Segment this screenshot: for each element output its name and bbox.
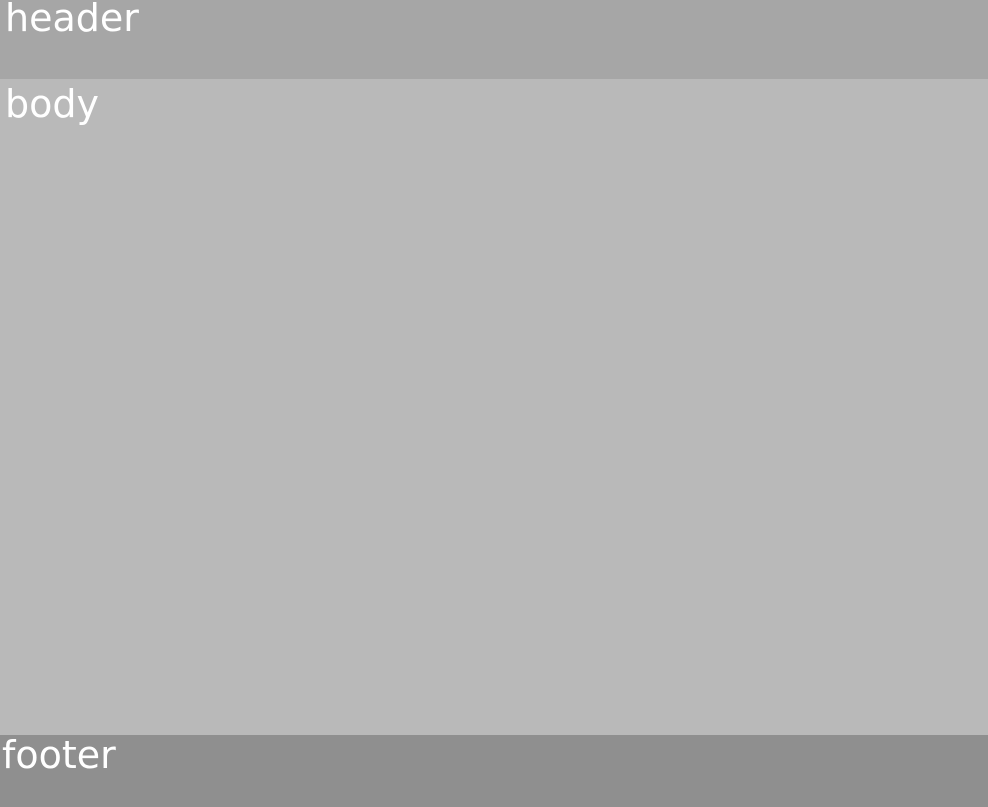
- footer-label: footer: [2, 733, 116, 777]
- footer-region: footer: [0, 735, 988, 807]
- header-label: header: [5, 0, 139, 40]
- body-region: body: [0, 79, 988, 735]
- header-region: header: [0, 0, 988, 79]
- body-label: body: [5, 82, 99, 126]
